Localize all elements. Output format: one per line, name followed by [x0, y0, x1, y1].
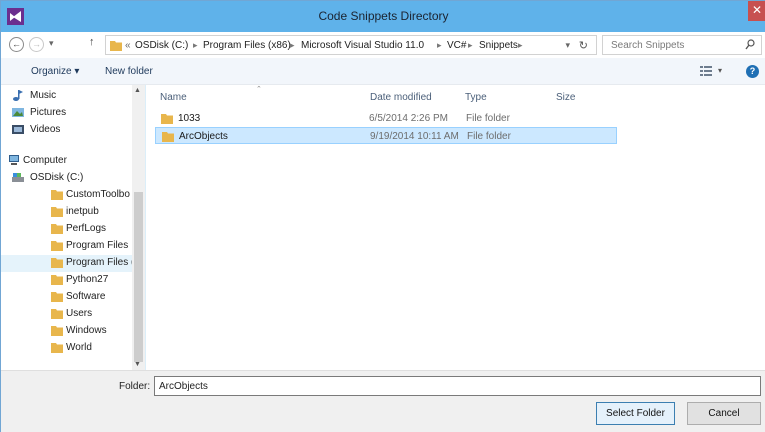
- file-date: 6/5/2014 2:26 PM: [369, 113, 448, 124]
- folder-input[interactable]: [154, 376, 761, 396]
- videos-icon: [12, 125, 24, 134]
- address-bar[interactable]: « OSDisk (C:) ▸ Program Files (x86) ▸ Mi…: [105, 35, 597, 55]
- nav-item-program-files[interactable]: Program Files: [1, 238, 132, 255]
- nav-item-python27[interactable]: Python27: [1, 272, 132, 289]
- nav-item-music[interactable]: Music: [1, 88, 132, 105]
- address-row: ← → ▾ ↑ « OSDisk (C:) ▸ Program Files (x…: [1, 32, 765, 58]
- breadcrumb-separator[interactable]: ▸: [437, 40, 442, 51]
- breadcrumb-separator[interactable]: ▸: [468, 40, 473, 51]
- view-dropdown-icon[interactable]: ▾: [718, 66, 722, 75]
- recent-dropdown-icon[interactable]: ▾: [49, 38, 54, 49]
- breadcrumb-separator[interactable]: ▸: [518, 40, 523, 51]
- file-row-arcobjects[interactable]: ArcObjects 9/19/2014 10:11 AM File folde…: [155, 127, 617, 144]
- folder-icon: [51, 207, 63, 217]
- search-placeholder: Search Snippets: [611, 40, 685, 51]
- file-name: 1033: [178, 113, 201, 124]
- select-folder-button[interactable]: Select Folder: [596, 402, 675, 425]
- dialog-footer: Folder: Select Folder Cancel: [1, 370, 765, 432]
- breadcrumb-osdisk[interactable]: OSDisk (C:): [135, 40, 188, 51]
- search-box[interactable]: Search Snippets: [602, 35, 762, 55]
- navigation-pane: Music Pictures Videos Computer OSDisk (C…: [1, 85, 145, 370]
- nav-item-osdisk[interactable]: OSDisk (C:): [1, 170, 132, 187]
- up-arrow-icon[interactable]: ↑: [89, 36, 95, 48]
- breadcrumb-visual-studio[interactable]: Microsoft Visual Studio 11.0: [301, 40, 424, 51]
- folder-icon: [51, 241, 63, 251]
- folder-icon: [162, 132, 174, 142]
- nav-item-customtoolbox[interactable]: CustomToolbo: [1, 187, 132, 204]
- breadcrumb-separator[interactable]: ▸: [290, 40, 295, 51]
- folder-icon: [110, 41, 122, 51]
- nav-item-users[interactable]: Users: [1, 306, 132, 323]
- sort-ascending-icon: ⌃: [256, 86, 262, 93]
- file-date: 9/19/2014 10:11 AM: [370, 131, 459, 142]
- drive-icon: [12, 173, 24, 182]
- folder-icon: [51, 309, 63, 319]
- help-icon[interactable]: ?: [746, 65, 759, 78]
- breadcrumb-vc[interactable]: VC#: [447, 40, 466, 51]
- file-row-1033[interactable]: 1033 6/5/2014 2:26 PM File folder: [155, 110, 617, 127]
- scroll-down-icon[interactable]: ▼: [134, 361, 141, 368]
- file-type: File folder: [466, 113, 510, 124]
- column-header-name[interactable]: Name: [160, 92, 187, 103]
- pictures-icon: [12, 108, 24, 117]
- nav-item-computer[interactable]: Computer: [1, 153, 132, 170]
- music-icon: [13, 90, 23, 101]
- nav-scrollbar[interactable]: ▲ ▼: [132, 85, 145, 370]
- view-options-icon[interactable]: [700, 66, 712, 76]
- close-button[interactable]: ✕: [748, 1, 765, 21]
- organize-button[interactable]: Organize ▾: [31, 66, 79, 77]
- column-header-date[interactable]: Date modified: [370, 92, 432, 103]
- nav-item-software[interactable]: Software: [1, 289, 132, 306]
- breadcrumb-separator[interactable]: ▸: [193, 40, 198, 51]
- window-title: Code Snippets Directory: [318, 9, 449, 23]
- nav-item-inetpub[interactable]: inetpub: [1, 204, 132, 221]
- folder-label: Folder:: [119, 381, 151, 392]
- breadcrumb-snippets[interactable]: Snippets: [479, 40, 518, 51]
- nav-item-pictures[interactable]: Pictures: [1, 105, 132, 122]
- folder-icon: [51, 258, 63, 268]
- command-toolbar: Organize ▾ New folder ▾ ?: [1, 58, 765, 85]
- refresh-icon[interactable]: ↻: [579, 39, 588, 52]
- column-header-size[interactable]: Size: [556, 92, 575, 103]
- breadcrumb-program-files-x86[interactable]: Program Files (x86): [203, 40, 291, 51]
- folder-icon: [51, 224, 63, 234]
- folder-icon: [161, 114, 173, 124]
- new-folder-button[interactable]: New folder: [105, 66, 153, 77]
- scroll-thumb[interactable]: [134, 192, 143, 362]
- folder-icon: [51, 292, 63, 302]
- computer-icon: [9, 155, 19, 165]
- search-icon[interactable]: [745, 39, 755, 51]
- column-header-type[interactable]: Type: [465, 92, 487, 103]
- nav-item-videos[interactable]: Videos: [1, 122, 132, 139]
- folder-icon: [51, 190, 63, 200]
- nav-item-perflogs[interactable]: PerfLogs: [1, 221, 132, 238]
- address-dropdown-icon[interactable]: ▾: [565, 40, 570, 51]
- back-button[interactable]: ←: [9, 37, 24, 52]
- nav-item-program-files-x86[interactable]: Program Files (: [1, 255, 132, 272]
- cancel-button[interactable]: Cancel: [687, 402, 761, 425]
- forward-button[interactable]: →: [29, 37, 44, 52]
- file-name: ArcObjects: [179, 131, 228, 142]
- folder-icon: [51, 343, 63, 353]
- scroll-up-icon[interactable]: ▲: [134, 87, 141, 94]
- title-bar: Code Snippets Directory ✕: [1, 1, 765, 32]
- file-type: File folder: [467, 131, 511, 142]
- file-list: Name ⌃ Date modified Type Size 1033 6/5/…: [146, 85, 765, 370]
- folder-icon: [51, 326, 63, 336]
- breadcrumb-overflow[interactable]: «: [125, 40, 131, 51]
- nav-item-windows[interactable]: Windows: [1, 323, 132, 340]
- dialog-window: Code Snippets Directory ✕ ← → ▾ ↑ « OSDi…: [0, 0, 765, 432]
- folder-icon: [51, 275, 63, 285]
- nav-item-world[interactable]: World: [1, 340, 132, 357]
